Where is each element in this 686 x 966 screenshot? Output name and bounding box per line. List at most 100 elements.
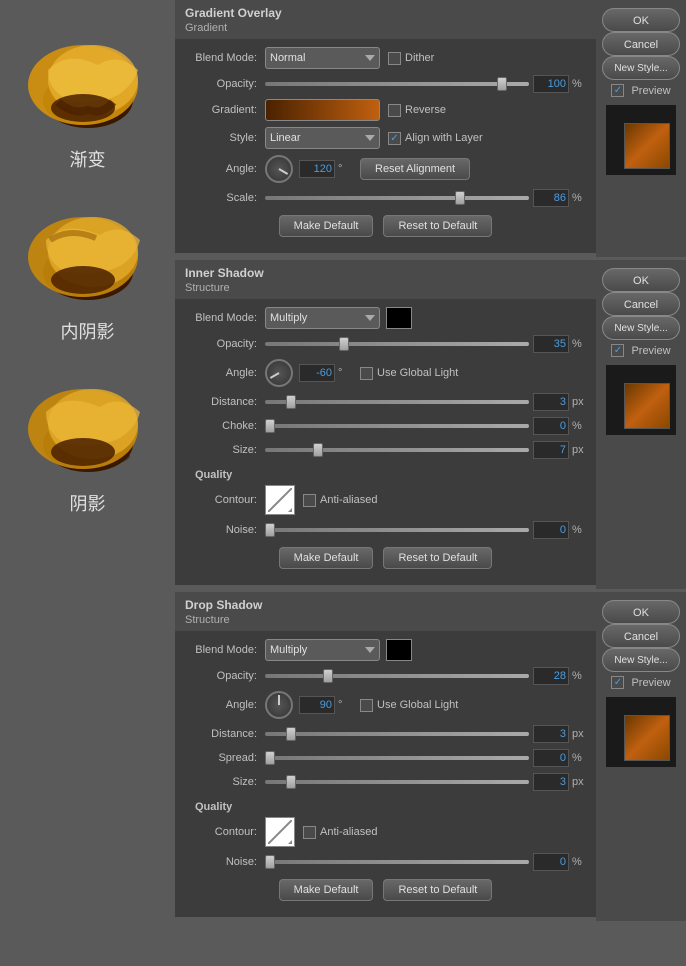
is-size-input[interactable]: 7: [533, 441, 569, 459]
is-make-default-button[interactable]: Make Default: [279, 547, 374, 569]
gradient-make-default-button[interactable]: Make Default: [279, 215, 374, 237]
is-distance-slider-track[interactable]: [265, 400, 529, 404]
opacity-slider-track[interactable]: [265, 82, 529, 86]
ds-cancel-button[interactable]: Cancel: [602, 624, 680, 648]
gradient-reset-default-button[interactable]: Reset to Default: [383, 215, 492, 237]
ds-reset-default-button[interactable]: Reset to Default: [383, 879, 492, 901]
opacity-slider-container: [265, 82, 533, 86]
ds-opacity-row: Opacity: 28 %: [185, 667, 586, 685]
ds-noise-input[interactable]: 0: [533, 853, 569, 871]
is-opacity-input[interactable]: 35: [533, 335, 569, 353]
ds-spread-input[interactable]: 0: [533, 749, 569, 767]
ds-blend-mode-label: Blend Mode:: [185, 644, 265, 656]
is-blend-mode-select[interactable]: Multiply Normal: [265, 307, 380, 329]
opacity-row: Opacity: 100 %: [185, 75, 586, 93]
is-size-label: Size:: [185, 444, 265, 456]
scale-slider-track[interactable]: [265, 196, 529, 200]
ds-preview-label: Preview: [631, 677, 670, 689]
ds-size-slider-track[interactable]: [265, 780, 529, 784]
ds-ok-button[interactable]: OK: [602, 600, 680, 624]
ds-new-style-button[interactable]: New Style...: [602, 648, 680, 672]
gradient-swatch[interactable]: [265, 99, 380, 121]
inner-shadow-preview: 内阴影: [18, 202, 158, 344]
is-choke-input[interactable]: 0: [533, 417, 569, 435]
gradient-new-style-button[interactable]: New Style...: [602, 56, 680, 80]
ds-size-input[interactable]: 3: [533, 773, 569, 791]
ds-opacity-slider-track[interactable]: [265, 674, 529, 678]
reset-alignment-button[interactable]: Reset Alignment: [360, 158, 470, 180]
is-new-style-button[interactable]: New Style...: [602, 316, 680, 340]
is-angle-input[interactable]: -60: [299, 364, 335, 382]
drop-shadow-main: Drop Shadow Structure Blend Mode: Multip…: [175, 592, 596, 921]
is-antialias-checkbox[interactable]: [303, 494, 316, 507]
ds-global-light-label: Use Global Light: [377, 699, 458, 711]
dither-checkbox[interactable]: [388, 52, 401, 65]
ds-preview-checkbox[interactable]: [611, 676, 624, 689]
angle-row: Angle: 120 ° Reset Alignment: [185, 155, 586, 183]
gradient-preview-checkbox[interactable]: [611, 84, 624, 97]
is-antialias-label: Anti-aliased: [320, 494, 377, 506]
ds-noise-label: Noise:: [185, 856, 265, 868]
is-choke-slider-thumb: [265, 419, 275, 433]
is-global-light-checkbox[interactable]: [360, 367, 373, 380]
ds-size-row: Size: 3 px: [185, 773, 586, 791]
reverse-checkbox[interactable]: [388, 104, 401, 117]
is-noise-unit: %: [572, 524, 586, 536]
ds-blend-mode-row: Blend Mode: Multiply Normal: [185, 639, 586, 661]
is-reset-default-button[interactable]: Reset to Default: [383, 547, 492, 569]
ds-make-default-button[interactable]: Make Default: [279, 879, 374, 901]
left-panel: 渐变 内阴影 阴影: [0, 0, 175, 966]
is-contour-swatch[interactable]: [265, 485, 295, 515]
scale-input[interactable]: 86: [533, 189, 569, 207]
opacity-input[interactable]: 100: [533, 75, 569, 93]
gradient-label-field: Gradient:: [185, 104, 265, 116]
is-size-slider-track[interactable]: [265, 448, 529, 452]
ds-angle-dial[interactable]: [265, 691, 293, 719]
scale-unit: %: [572, 192, 586, 204]
is-blend-mode-row: Blend Mode: Multiply Normal: [185, 307, 586, 329]
ds-distance-input[interactable]: 3: [533, 725, 569, 743]
is-cancel-button[interactable]: Cancel: [602, 292, 680, 316]
is-choke-slider-track[interactable]: [265, 424, 529, 428]
is-choke-row: Choke: 0 %: [185, 417, 586, 435]
style-select[interactable]: Linear Radial Angle: [265, 127, 380, 149]
is-opacity-slider-track[interactable]: [265, 342, 529, 346]
angle-input[interactable]: 120: [299, 160, 335, 178]
scale-label: Scale:: [185, 192, 265, 204]
ds-contour-swatch[interactable]: [265, 817, 295, 847]
is-noise-input[interactable]: 0: [533, 521, 569, 539]
is-distance-row: Distance: 3 px: [185, 393, 586, 411]
ds-color-swatch[interactable]: [386, 639, 412, 661]
gradient-cancel-button[interactable]: Cancel: [602, 32, 680, 56]
angle-dial[interactable]: [265, 155, 293, 183]
is-color-swatch[interactable]: [386, 307, 412, 329]
gradient-ok-button[interactable]: OK: [602, 8, 680, 32]
drop-shadow-title: Drop Shadow: [185, 598, 262, 612]
ds-antialias-checkbox[interactable]: [303, 826, 316, 839]
is-angle-dial[interactable]: [265, 359, 293, 387]
inner-shadow-main: Inner Shadow Structure Blend Mode: Multi…: [175, 260, 596, 589]
ds-blend-mode-select[interactable]: Multiply Normal: [265, 639, 380, 661]
ds-global-light-checkbox[interactable]: [360, 699, 373, 712]
ds-opacity-input[interactable]: 28: [533, 667, 569, 685]
ds-contour-label: Contour:: [185, 826, 265, 838]
ds-spread-slider-track[interactable]: [265, 756, 529, 760]
is-ok-button[interactable]: OK: [602, 268, 680, 292]
is-distance-unit: px: [572, 396, 586, 408]
is-preview-checkbox[interactable]: [611, 344, 624, 357]
is-distance-input[interactable]: 3: [533, 393, 569, 411]
blend-mode-select[interactable]: Normal Dissolve Multiply: [265, 47, 380, 69]
ds-spread-slider-thumb: [265, 751, 275, 765]
ds-angle-input[interactable]: 90: [299, 696, 335, 714]
is-noise-slider-track[interactable]: [265, 528, 529, 532]
ds-global-light-group: Use Global Light: [360, 699, 458, 712]
ds-distance-slider-track[interactable]: [265, 732, 529, 736]
align-layer-checkbox[interactable]: [388, 132, 401, 145]
ds-spread-unit: %: [572, 752, 586, 764]
scale-slider-container: [265, 196, 533, 200]
inner-shadow-title: Inner Shadow: [185, 266, 264, 280]
is-preview-group: Preview: [611, 344, 670, 357]
gradient-overlay-header: Gradient Overlay: [175, 0, 596, 22]
is-distance-slider-container: [265, 400, 533, 404]
ds-noise-slider-track[interactable]: [265, 860, 529, 864]
